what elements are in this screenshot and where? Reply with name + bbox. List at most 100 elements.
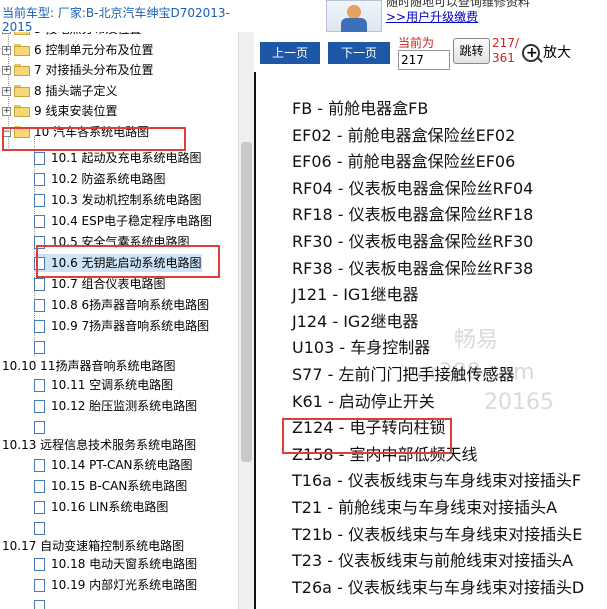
tree-item-label: 10.13 远程信息技术服务系统电路图 xyxy=(2,438,197,452)
current-vehicle-info: 当前车型: 厂家:B-北京汽车绅宝D702013- 2015 xyxy=(2,6,252,34)
tree-item-label: 6 控制单元分布及位置 xyxy=(34,42,154,57)
sidebar-scrollbar[interactable] xyxy=(238,32,254,609)
tree-item-label: 10.3 发动机控制系统电路图 xyxy=(51,193,202,207)
tree-item-label: 10.10 11扬声器音响系统电路图 xyxy=(2,359,176,373)
zoom-label: 放大 xyxy=(543,45,571,61)
tree-page-item[interactable]: 10.3 发动机控制系统电路图 xyxy=(34,191,202,209)
tree-page-item[interactable]: 10.19 内部灯光系统电路图 xyxy=(34,576,197,594)
connector-entry: T23 - 仪表板线束与前舱线束对接插头A xyxy=(292,551,574,571)
tree-item-label: 5 接地点分布及位置 xyxy=(34,32,141,38)
vehicle-line-1: 当前车型: 厂家:B-北京汽车绅宝D702013- xyxy=(2,6,230,20)
tree-group-item[interactable]: 10.13 远程信息技术服务系统电路图 xyxy=(2,436,196,454)
document-icon xyxy=(34,278,45,291)
folder-icon xyxy=(14,84,30,97)
document-icon xyxy=(34,299,45,312)
tree-folder-item[interactable]: +8 插头端子定义 xyxy=(2,82,117,100)
sidebar-tree: +5 接地点分布及位置+6 控制单元分布及位置+7 对接插头分布及位置+8 插头… xyxy=(0,32,238,609)
tree-page-item[interactable]: 10.7 组合仪表电路图 xyxy=(34,275,166,293)
connector-entry: T21b - 仪表板线束与车身线束对接插头E xyxy=(292,524,583,544)
folder-icon xyxy=(14,105,30,117)
connector-entry: Z158 - 室内中部低频天线 xyxy=(292,444,478,464)
tree-group-item[interactable]: 10.17 自动变速箱控制系统电路图 xyxy=(2,537,184,555)
expand-toggle-icon[interactable]: + xyxy=(2,32,11,34)
document-icon xyxy=(34,421,45,434)
zoom-in-button[interactable]: 放大 xyxy=(522,42,571,64)
tree-folder-item[interactable]: +6 控制单元分布及位置 xyxy=(2,41,153,59)
document-icon xyxy=(34,320,45,333)
folder-icon xyxy=(14,32,30,35)
tree-page-item[interactable]: 10.11 空调系统电路图 xyxy=(34,376,173,394)
document-toolbar: 上一页 下一页 当前为 跳转 217/ 361 放大 xyxy=(254,32,607,72)
collapse-toggle-icon[interactable]: − xyxy=(2,127,11,137)
document-icon xyxy=(34,257,45,270)
document-icon xyxy=(34,600,45,609)
tree-page-item[interactable]: 10.4 ESP电子稳定程序电路图 xyxy=(34,212,212,230)
document-icon xyxy=(34,400,45,413)
tree-page-item[interactable]: 10.12 胎压监测系统电路图 xyxy=(34,397,197,415)
tree-page-item[interactable]: 10.18 电动天窗系统电路图 xyxy=(34,555,197,573)
tree-page-item[interactable] xyxy=(34,338,51,356)
document-page: 畅易 car388.com 20165 FB - 前舱电器盒FB EF02 - 前… xyxy=(254,72,607,609)
tree-item-label: 10.14 PT-CAN系统电路图 xyxy=(51,458,193,472)
scrollbar-thumb[interactable] xyxy=(241,142,252,462)
document-icon xyxy=(34,480,45,493)
tree-page-item[interactable] xyxy=(34,519,51,537)
tree-folder-item[interactable]: +9 线束安装位置 xyxy=(2,102,117,120)
page-number-input[interactable] xyxy=(398,50,450,70)
tree-folder-item[interactable]: − 10 汽车各系统电路图 xyxy=(2,123,149,141)
upgrade-link[interactable]: >>用户升级缴费 xyxy=(386,8,478,25)
folder-icon xyxy=(14,64,30,76)
expand-toggle-icon[interactable]: + xyxy=(2,45,11,55)
tree-item-label: 10.6 无钥匙启动系统电路图 xyxy=(51,256,202,270)
tree-page-item[interactable]: 10.5 安全气囊系统电路图 xyxy=(34,233,190,251)
tree-folder-item[interactable]: +7 对接插头分布及位置 xyxy=(2,61,153,79)
tree-item-label: 10.8 6扬声器音响系统电路图 xyxy=(51,298,210,312)
top-header: 当前车型: 厂家:B-北京汽车绅宝D702013- 2015 随时随地可以查询维… xyxy=(0,0,607,34)
connector-entry: RF38 - 仪表板电器盒保险丝RF38 xyxy=(292,258,534,278)
open-folder-icon xyxy=(14,125,30,138)
tree-item-label: 10.7 组合仪表电路图 xyxy=(51,277,166,291)
tree-page-item[interactable] xyxy=(34,597,51,609)
page-left-border xyxy=(254,72,256,609)
tree-page-item[interactable]: 10.8 6扬声器音响系统电路图 xyxy=(34,296,209,314)
expand-toggle-icon[interactable]: + xyxy=(2,86,11,96)
expand-toggle-icon[interactable]: + xyxy=(2,66,11,75)
tree-item-label: 10.2 防盗系统电路图 xyxy=(51,172,166,186)
tree-item-label: 10.5 安全气囊系统电路图 xyxy=(51,235,190,249)
tree-page-item[interactable]: 10.6 无钥匙启动系统电路图 xyxy=(34,254,202,272)
page-total: 361 xyxy=(492,51,515,65)
tree-page-item[interactable]: 10.1 起动及充电系统电路图 xyxy=(34,149,202,167)
document-icon xyxy=(34,236,45,249)
current-page-label: 当前为 xyxy=(398,36,435,50)
jump-button[interactable]: 跳转 xyxy=(453,38,490,64)
tree-item-label: 10.19 内部灯光系统电路图 xyxy=(51,578,198,592)
next-page-button[interactable]: 下一页 xyxy=(328,42,390,64)
tree-page-item[interactable]: 10.2 防盗系统电路图 xyxy=(34,170,166,188)
upgrade-banner: 随时随地可以查询维修资料 >>用户升级缴费 xyxy=(386,0,607,32)
connector-entry: U103 - 车身控制器 xyxy=(292,338,431,358)
expand-toggle-icon[interactable]: + xyxy=(2,107,11,116)
connector-entry: RF18 - 仪表板电器盒保险丝RF18 xyxy=(292,205,534,225)
page-count: 217/ 361 xyxy=(492,36,519,66)
watermark-text: 20165 xyxy=(484,390,554,415)
tree-folder-item[interactable]: +5 接地点分布及位置 xyxy=(2,32,141,38)
tree-page-item[interactable]: 10.15 B-CAN系统电路图 xyxy=(34,477,187,495)
connector-entry: FB - 前舱电器盒FB xyxy=(292,99,429,118)
tree-item-label: 10.1 起动及充电系统电路图 xyxy=(51,151,202,165)
document-icon xyxy=(34,341,45,354)
document-icon xyxy=(34,215,45,228)
tree-page-item[interactable]: 10.16 LIN系统电路图 xyxy=(34,498,168,516)
document-icon xyxy=(34,152,45,165)
tree-group-item[interactable]: 10.10 11扬声器音响系统电路图 xyxy=(2,357,175,375)
tree-page-item[interactable] xyxy=(34,418,51,436)
watermark-text: 畅易 xyxy=(454,328,499,353)
tree-item-label: 10.4 ESP电子稳定程序电路图 xyxy=(51,214,212,228)
connector-entry: T26a - 仪表板线束与车身线束对接插头D xyxy=(292,577,585,597)
tree-page-item[interactable]: 10.14 PT-CAN系统电路图 xyxy=(34,456,193,474)
tree-page-item[interactable]: 10.9 7扬声器音响系统电路图 xyxy=(34,317,209,335)
folder-icon xyxy=(14,43,30,56)
prev-page-button[interactable]: 上一页 xyxy=(260,42,320,64)
connector-entry: EF06 - 前舱电器盒保险丝EF06 xyxy=(292,152,516,172)
document-icon xyxy=(34,501,45,514)
tree-item-label: 10.15 B-CAN系统电路图 xyxy=(51,479,188,493)
